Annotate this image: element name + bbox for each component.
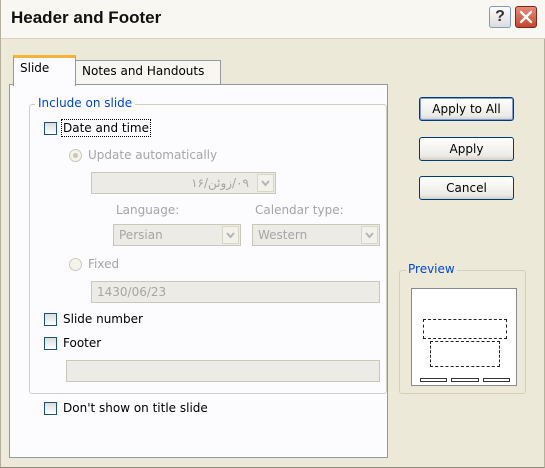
date-area-bar	[420, 378, 447, 382]
window-title: Header and Footer	[11, 8, 162, 27]
fixed-radio[interactable]	[69, 258, 82, 271]
fixed-date-value: 1430/06/23	[97, 285, 167, 299]
date-format-arrow-button[interactable]	[257, 174, 274, 192]
chevron-down-icon	[226, 232, 235, 239]
preview-label: Preview	[406, 262, 457, 276]
chevron-down-icon	[365, 232, 374, 239]
fixed-date-input[interactable]: 1430/06/23	[91, 281, 380, 303]
number-area-bar	[483, 378, 510, 382]
update-automatically-label: Update automatically	[88, 148, 218, 162]
language-arrow-button[interactable]	[222, 226, 239, 244]
chevron-down-icon	[261, 180, 270, 187]
date-time-label: Date and time	[61, 119, 151, 137]
header-footer-dialog: Header and Footer ? Slide Notes and Hand…	[0, 0, 545, 468]
dont-show-title-label: Don't show on title slide	[63, 401, 208, 415]
footer-text-input[interactable]	[66, 360, 380, 382]
footer-checkbox[interactable]	[44, 337, 57, 350]
footer-label: Footer	[63, 336, 102, 350]
calendar-type-dropdown[interactable]: Western	[252, 224, 380, 246]
title-bar: Header and Footer ?	[1, 0, 545, 39]
update-automatically-radio[interactable]	[69, 149, 82, 162]
language-dropdown[interactable]: Persian	[113, 224, 241, 246]
close-button[interactable]	[515, 6, 537, 28]
date-format-dropdown[interactable]: ۰۹/زوئن/۱۶	[91, 172, 276, 194]
include-on-slide-label: Include on slide	[35, 96, 136, 110]
question-mark-icon: ?	[495, 8, 505, 25]
tab-notes-handouts[interactable]: Notes and Handouts	[75, 60, 221, 84]
language-value: Persian	[119, 228, 163, 242]
apply-button[interactable]: Apply	[419, 137, 514, 161]
body-placeholder-outline	[430, 341, 500, 367]
dont-show-title-checkbox[interactable]	[44, 402, 57, 415]
footer-area-bar	[451, 378, 479, 382]
calendar-type-arrow-button[interactable]	[361, 226, 378, 244]
slide-preview-thumbnail	[411, 288, 517, 386]
fixed-label: Fixed	[88, 257, 120, 271]
tab-notes-handouts-label: Notes and Handouts	[82, 64, 205, 78]
calendar-type-value: Western	[258, 228, 308, 242]
slide-number-label: Slide number	[63, 312, 143, 326]
date-time-checkbox[interactable]	[44, 122, 57, 135]
help-button[interactable]: ?	[489, 6, 511, 28]
title-placeholder-outline	[423, 319, 507, 339]
tab-slide[interactable]: Slide	[13, 55, 76, 86]
close-icon	[519, 10, 533, 24]
language-label: Language:	[116, 203, 180, 217]
tab-slide-label: Slide	[20, 61, 50, 75]
slide-number-checkbox[interactable]	[44, 313, 57, 326]
calendar-type-label: Calendar type:	[255, 203, 344, 217]
cancel-button[interactable]: Cancel	[419, 176, 514, 200]
apply-to-all-button[interactable]: Apply to All	[419, 97, 514, 121]
date-format-value: ۰۹/زوئن/۱۶	[191, 176, 249, 190]
